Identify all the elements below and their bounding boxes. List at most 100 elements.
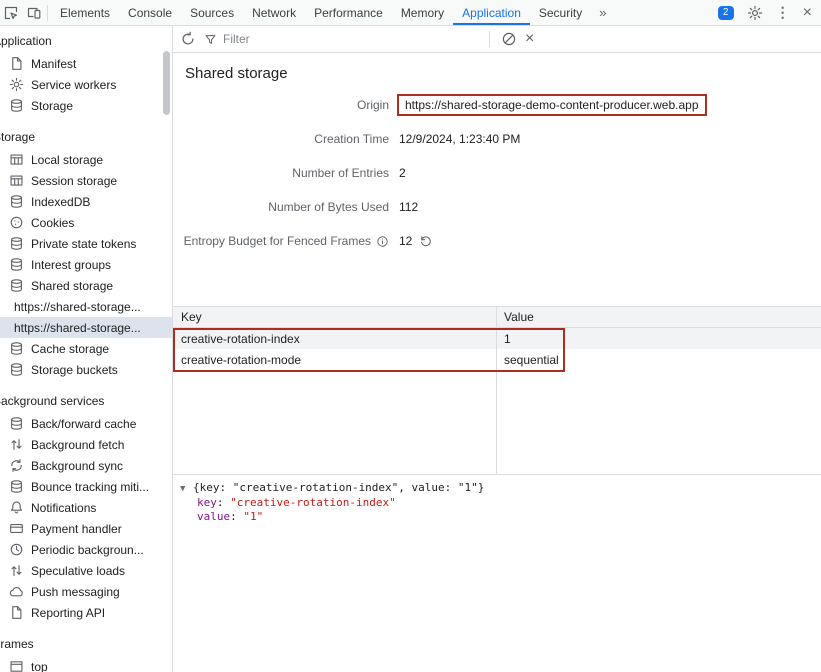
sidebar-item-service-workers[interactable]: Service workers	[0, 74, 172, 95]
section-header-storage: Storage	[0, 127, 172, 147]
sidebar-item-session-storage[interactable]: Session storage	[0, 170, 172, 191]
sidebar-item-label: Notifications	[31, 501, 96, 515]
preview-properties: key: "creative-rotation-index"value: "1"	[180, 496, 817, 524]
devtools-window: ElementsConsoleSourcesNetworkPerformance…	[0, 0, 821, 672]
table-row[interactable]: creative-rotation-modesequential	[173, 349, 821, 370]
reset-budget-icon[interactable]	[419, 234, 433, 248]
sidebar-item-label: Interest groups	[31, 258, 111, 272]
sidebar-item-bounce-tracking-miti[interactable]: Bounce tracking miti...	[0, 476, 172, 497]
sidebar-scrollbar[interactable]	[163, 51, 170, 115]
sidebar-item-label: Back/forward cache	[31, 417, 136, 431]
cell-value: sequential	[496, 353, 821, 367]
sidebar-item-label: Payment handler	[31, 522, 122, 536]
clock-icon	[9, 542, 24, 557]
kebab-menu-icon[interactable]: ⋮	[776, 4, 790, 21]
sidebar-item-label: https://shared-storage...	[14, 300, 141, 314]
close-view-icon[interactable]: ×	[525, 31, 534, 47]
sidebar-item-background-fetch[interactable]: Background fetch	[0, 434, 172, 455]
refresh-icon[interactable]	[180, 31, 196, 47]
sidebar-item-manifest[interactable]: Manifest	[0, 53, 172, 74]
tab-application[interactable]: Application	[453, 0, 530, 25]
sidebar-item-push-messaging[interactable]: Push messaging	[0, 581, 172, 602]
close-devtools-icon[interactable]: ×	[803, 5, 812, 21]
table-icon	[9, 152, 24, 167]
sidebar-item-cache-storage[interactable]: Cache storage	[0, 338, 172, 359]
document-icon	[9, 605, 24, 620]
column-header-key[interactable]: Key	[173, 310, 496, 324]
metadata-label-text: Entropy Budget for Fenced Frames	[184, 234, 371, 248]
preview-summary-line: ▼{key: "creative-rotation-index", value:…	[180, 481, 817, 496]
toolbar-separator	[47, 5, 48, 21]
metadata-label: Entropy Budget for Fenced Frames	[173, 234, 389, 248]
updown-icon	[9, 437, 24, 452]
key-value-grid: KeyValue creative-rotation-index1creativ…	[173, 306, 821, 474]
metadata-row-number-of-entries: Number of Entries2	[173, 156, 821, 190]
sidebar-item-private-state-tokens[interactable]: Private state tokens	[0, 233, 172, 254]
sidebar-item-label: Speculative loads	[31, 564, 125, 578]
tab-memory[interactable]: Memory	[392, 0, 453, 25]
filter-input[interactable]	[223, 32, 478, 46]
sidebar-item-reporting-api[interactable]: Reporting API	[0, 602, 172, 623]
sidebar-item-storage-buckets[interactable]: Storage buckets	[0, 359, 172, 380]
clear-all-icon[interactable]	[501, 31, 517, 47]
sidebar-item-notifications[interactable]: Notifications	[0, 497, 172, 518]
sidebar-item-background-sync[interactable]: Background sync	[0, 455, 172, 476]
property-value: "1"	[243, 510, 263, 523]
tab-network[interactable]: Network	[243, 0, 305, 25]
sidebar-item-label: Local storage	[31, 153, 103, 167]
tabbar-left-icons	[0, 0, 44, 25]
disclosure-triangle-icon[interactable]: ▼	[180, 482, 193, 496]
sidebar-item-speculative-loads[interactable]: Speculative loads	[0, 560, 172, 581]
grid-header: KeyValue	[173, 307, 821, 328]
issues-badge[interactable]: 2	[718, 6, 734, 20]
tab-console[interactable]: Console	[119, 0, 181, 25]
sidebar-item-storage[interactable]: Storage	[0, 95, 172, 116]
metadata-row-number-of-bytes-used: Number of Bytes Used112	[173, 190, 821, 224]
settings-gear-icon[interactable]	[747, 5, 763, 21]
tab-sources[interactable]: Sources	[181, 0, 243, 25]
more-tabs-button[interactable]: »	[591, 0, 614, 25]
database-icon	[9, 416, 24, 431]
section-header-frames: Frames	[0, 634, 172, 654]
devtools-body: ApplicationManifestService workersStorag…	[0, 26, 821, 672]
tab-elements[interactable]: Elements	[51, 0, 119, 25]
table-row[interactable]: creative-rotation-index1	[173, 328, 821, 349]
sidebar-item-shared-storage[interactable]: Shared storage	[0, 275, 172, 296]
sidebar-item-https-shared-storage[interactable]: https://shared-storage...	[0, 296, 172, 317]
service-worker-icon	[9, 77, 24, 92]
sidebar-item-top[interactable]: top	[0, 656, 172, 672]
sidebar-item-cookies[interactable]: Cookies	[0, 212, 172, 233]
cell-value: 1	[496, 332, 821, 346]
database-icon	[9, 257, 24, 272]
device-toolbar-icon[interactable]	[26, 5, 42, 21]
info-icon[interactable]	[376, 235, 389, 248]
cookie-icon	[9, 215, 24, 230]
sidebar-item-label: Cookies	[31, 216, 74, 230]
sidebar-item-back-forward-cache[interactable]: Back/forward cache	[0, 413, 172, 434]
inspect-element-icon[interactable]	[3, 5, 19, 21]
metadata-label: Origin	[173, 98, 389, 112]
bell-icon	[9, 500, 24, 515]
sidebar-item-local-storage[interactable]: Local storage	[0, 149, 172, 170]
metadata-label-text: Origin	[357, 98, 389, 112]
cell-key: creative-rotation-mode	[173, 353, 496, 367]
sidebar-item-indexeddb[interactable]: IndexedDB	[0, 191, 172, 212]
metadata-value: 112	[399, 200, 418, 214]
sidebar-item-periodic-backgroun[interactable]: Periodic backgroun...	[0, 539, 172, 560]
toolbar-separator	[489, 31, 490, 47]
metadata-row-origin: Originhttps://shared-storage-demo-conten…	[173, 88, 821, 122]
sidebar-item-payment-handler[interactable]: Payment handler	[0, 518, 172, 539]
sidebar-item-label: Manifest	[31, 57, 76, 71]
frame-icon	[9, 659, 24, 672]
tab-security[interactable]: Security	[530, 0, 591, 25]
sidebar-item-https-shared-storage[interactable]: https://shared-storage...	[0, 317, 172, 338]
sidebar-item-label: Storage	[31, 99, 73, 113]
document-icon	[9, 56, 24, 71]
column-header-value[interactable]: Value	[496, 310, 821, 324]
metadata-value: 2	[399, 166, 406, 180]
metadata-list: Originhttps://shared-storage-demo-conten…	[173, 88, 821, 258]
tab-performance[interactable]: Performance	[305, 0, 392, 25]
application-sidebar: ApplicationManifestService workersStorag…	[0, 26, 173, 672]
sidebar-item-interest-groups[interactable]: Interest groups	[0, 254, 172, 275]
panel-content: Shared storage Originhttps://shared-stor…	[173, 53, 821, 672]
